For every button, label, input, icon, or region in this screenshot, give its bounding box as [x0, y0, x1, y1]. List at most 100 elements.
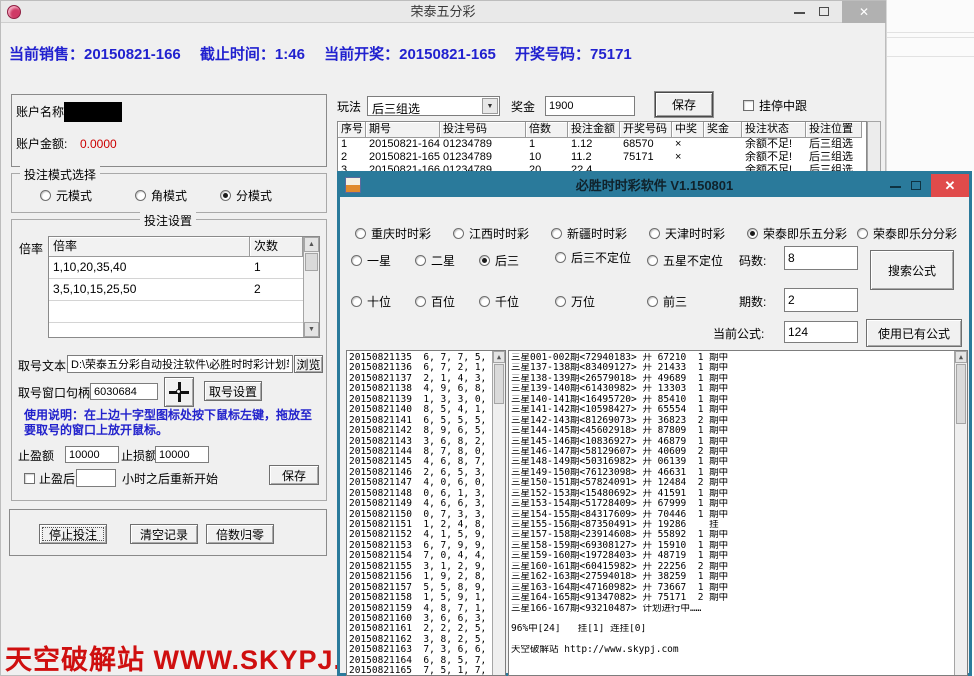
rate-row[interactable]: 1,10,20,35,40 1: [49, 257, 319, 279]
main-titlebar[interactable]: 荣泰五分彩 ✕: [1, 1, 885, 23]
list-line[interactable]: 三星166-167期<93210487> 计划进行中……: [511, 604, 953, 614]
list-line[interactable]: 20150821149 4, 6, 6, 3, 1: [349, 499, 491, 509]
chevron-down-icon[interactable]: ▼: [482, 98, 498, 114]
list-line[interactable]: 天空破解站 http://www.skypj.com: [511, 645, 953, 655]
times-col-header[interactable]: 次数: [250, 237, 303, 257]
list-line[interactable]: 三星152-153期<15480692> 开 41591 1 期中: [511, 489, 953, 499]
radio-thousands-label[interactable]: 千位: [495, 295, 519, 309]
table-row[interactable]: 220150821-165012347891011.275171×余额不足!后三…: [338, 151, 866, 164]
rate-list-scrollbar[interactable]: ▲ ▼: [303, 237, 319, 337]
list-line[interactable]: 20150821150 0, 7, 3, 3, 6: [349, 510, 491, 520]
list-line[interactable]: 20150821144 8, 7, 8, 0, 9: [349, 447, 491, 457]
list-line[interactable]: 20150821162 3, 8, 2, 5, 9: [349, 635, 491, 645]
radio-chongqing-label[interactable]: 重庆时时彩: [371, 227, 431, 241]
list-line[interactable]: 三星154-155期<84317609> 开 70446 1 期中: [511, 510, 953, 520]
radio-5star-nofix[interactable]: [647, 255, 658, 266]
use-existing-formula-button[interactable]: 使用已有公式: [866, 319, 962, 347]
plan-list-scrollbar[interactable]: ▲: [954, 351, 967, 675]
col-header[interactable]: 奖金: [704, 122, 742, 138]
radio-last3-nofix-label[interactable]: 后三不定位: [571, 251, 631, 265]
col-header[interactable]: 倍数: [526, 122, 568, 138]
scroll-up-icon[interactable]: ▲: [493, 351, 505, 363]
plan-results-list[interactable]: 三星001-002期<72940183> 开 67210 1 期中三星137-1…: [508, 350, 968, 676]
crosshair-drag-icon[interactable]: [164, 377, 194, 407]
radio-jiao-mode[interactable]: [135, 190, 146, 201]
radio-1star-label[interactable]: 一星: [367, 254, 391, 268]
profit-limit-input[interactable]: [65, 446, 119, 463]
radio-tianjin-label[interactable]: 天津时时彩: [665, 227, 725, 241]
code-count-input[interactable]: [784, 246, 858, 270]
radio-tianjin[interactable]: [649, 228, 660, 239]
browse-button[interactable]: 浏览: [294, 355, 323, 373]
list-line[interactable]: [511, 614, 953, 624]
list-line[interactable]: 20150821163 7, 3, 6, 6, 7: [349, 645, 491, 655]
list-line[interactable]: 20150821160 3, 6, 6, 3, 0: [349, 614, 491, 624]
after-profit-label[interactable]: 止盈后: [39, 472, 75, 486]
list-line[interactable]: 96%中[24] 挂[1] 连挂[0]: [511, 624, 953, 634]
save-limits-button[interactable]: 保存: [269, 465, 319, 485]
radio-tens[interactable]: [351, 296, 362, 307]
list-line[interactable]: 三星159-160期<19728403> 开 48719 1 期中: [511, 551, 953, 561]
list-line[interactable]: 三星163-164期<47160982> 开 73667 1 期中: [511, 583, 953, 593]
list-line[interactable]: 20150821137 2, 1, 4, 3, 3: [349, 374, 491, 384]
list-line[interactable]: 20150821142 8, 9, 6, 5, 1: [349, 426, 491, 436]
radio-yuan-label[interactable]: 元模式: [56, 189, 92, 203]
list-line[interactable]: 三星137-138期<83409127> 开 21433 1 期中: [511, 363, 953, 373]
list-line[interactable]: 三星138-139期<26579018> 开 49689 1 期中: [511, 374, 953, 384]
col-header[interactable]: 序号: [338, 122, 366, 138]
list-line[interactable]: 三星145-146期<10836927> 开 46879 1 期中: [511, 437, 953, 447]
list-line[interactable]: 三星142-143期<81269073> 开 36823 2 期中: [511, 416, 953, 426]
maximize-icon[interactable]: [911, 181, 921, 190]
radio-2star[interactable]: [415, 255, 426, 266]
radio-hundreds[interactable]: [415, 296, 426, 307]
list-line[interactable]: 20150821152 4, 1, 5, 9, 1: [349, 530, 491, 540]
list-line[interactable]: 20150821147 4, 0, 6, 0, 9: [349, 478, 491, 488]
radio-jiangxi[interactable]: [453, 228, 464, 239]
list-line[interactable]: 20150821153 6, 7, 9, 9, 9: [349, 541, 491, 551]
rate-list[interactable]: 倍率 次数 1,10,20,35,40 1 3,5,10,15,25,50 2 …: [48, 236, 320, 338]
list-line[interactable]: 20150821155 3, 1, 2, 9, 7: [349, 562, 491, 572]
list-line[interactable]: 20150821157 5, 5, 8, 9, 2: [349, 583, 491, 593]
scroll-thumb[interactable]: [305, 253, 318, 271]
table-row[interactable]: 120150821-1640123478911.1268570×余额不足!后三组…: [338, 138, 866, 151]
list-line[interactable]: 20150821143 3, 6, 8, 2, 3: [349, 437, 491, 447]
loss-limit-input[interactable]: [155, 446, 209, 463]
radio-last3-nofix[interactable]: [555, 252, 566, 263]
plan-titlebar[interactable]: 必胜时时彩软件 V1.150801 ✕: [340, 174, 969, 197]
list-line[interactable]: 20150821165 7, 5, 1, 7, 1: [349, 666, 491, 675]
pick-path-input[interactable]: [67, 355, 293, 373]
radio-last3-label[interactable]: 后三: [495, 254, 519, 268]
list-line[interactable]: 三星146-147期<58129607> 开 40609 2 期中: [511, 447, 953, 457]
list-line[interactable]: 20150821141 6, 5, 5, 5, 4: [349, 416, 491, 426]
radio-tenthousands-label[interactable]: 万位: [571, 295, 595, 309]
list-line[interactable]: 20150821140 8, 5, 4, 1, 0: [349, 405, 491, 415]
list-line[interactable]: 三星148-149期<50316982> 开 06139 1 期中: [511, 457, 953, 467]
col-header[interactable]: 开奖号码: [620, 122, 672, 138]
radio-xinjiang-label[interactable]: 新疆时时彩: [567, 227, 627, 241]
list-line[interactable]: 三星164-165期<91347082> 开 75171 2 期中: [511, 593, 953, 603]
col-header[interactable]: 投注号码: [440, 122, 526, 138]
radio-tenthousands[interactable]: [555, 296, 566, 307]
list-line[interactable]: 三星153-154期<51728409> 开 67999 1 期中: [511, 499, 953, 509]
radio-jiao-label[interactable]: 角模式: [151, 189, 187, 203]
radio-rongtai-1min[interactable]: [857, 228, 868, 239]
scroll-up-icon[interactable]: ▲: [955, 351, 967, 363]
close-icon[interactable]: ✕: [931, 174, 969, 197]
list-line[interactable]: 20150821135 6, 7, 7, 5, 2: [349, 353, 491, 363]
list-line[interactable]: 三星149-150期<76123098> 开 46631 1 期中: [511, 468, 953, 478]
search-formula-button[interactable]: 搜索公式: [870, 250, 954, 290]
radio-2star-label[interactable]: 二星: [431, 254, 455, 268]
scroll-down-icon[interactable]: ▼: [304, 322, 319, 337]
list-line[interactable]: 20150821146 2, 6, 5, 3, 0: [349, 468, 491, 478]
list-line[interactable]: 三星158-159期<69308127> 开 15910 1 期中: [511, 541, 953, 551]
play-method-select[interactable]: 后三组选 ▼: [367, 96, 500, 116]
list-line[interactable]: 三星001-002期<72940183> 开 67210 1 期中: [511, 353, 953, 363]
list-line[interactable]: 20150821164 6, 8, 5, 7, 0: [349, 656, 491, 666]
col-header[interactable]: 投注位置: [806, 122, 862, 138]
radio-fen-mode[interactable]: [220, 190, 231, 201]
list-line[interactable]: 三星150-151期<57824091> 开 12484 2 期中: [511, 478, 953, 488]
scroll-thumb[interactable]: [494, 364, 504, 404]
list-line[interactable]: 20150821145 4, 6, 8, 7, 9: [349, 457, 491, 467]
list-line[interactable]: 20150821139 1, 3, 3, 0, 3: [349, 395, 491, 405]
col-header[interactable]: 投注金额: [568, 122, 620, 138]
